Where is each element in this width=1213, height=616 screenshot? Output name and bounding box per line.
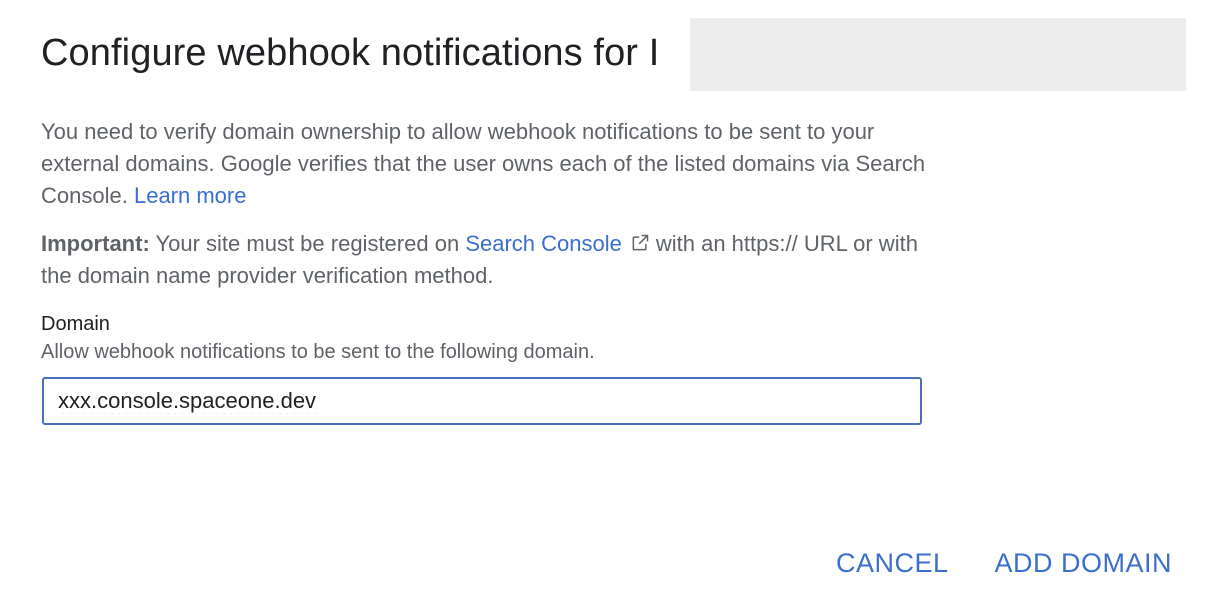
domain-input[interactable] xyxy=(44,379,918,423)
domain-field-hint: Allow webhook notifications to be sent t… xyxy=(41,341,595,363)
external-link-icon[interactable] xyxy=(630,233,650,253)
domain-field-label: Domain xyxy=(41,313,110,335)
cancel-button[interactable]: CANCEL xyxy=(836,548,949,579)
redacted-region xyxy=(690,18,1186,91)
webhook-config-dialog: Configure webhook notifications for I Yo… xyxy=(0,0,1213,616)
domain-input-container xyxy=(42,377,922,425)
learn-more-link[interactable]: Learn more xyxy=(134,183,247,208)
add-domain-button[interactable]: ADD DOMAIN xyxy=(994,548,1172,579)
important-label: Important: xyxy=(41,231,150,256)
important-note: Important: Your site must be registered … xyxy=(41,228,931,292)
search-console-link[interactable]: Search Console xyxy=(465,231,622,256)
important-text-before: Your site must be registered on xyxy=(155,231,460,256)
dialog-actions: CANCEL ADD DOMAIN xyxy=(836,548,1172,579)
dialog-title: Configure webhook notifications for I xyxy=(41,32,660,74)
dialog-description: You need to verify domain ownership to a… xyxy=(41,116,931,212)
